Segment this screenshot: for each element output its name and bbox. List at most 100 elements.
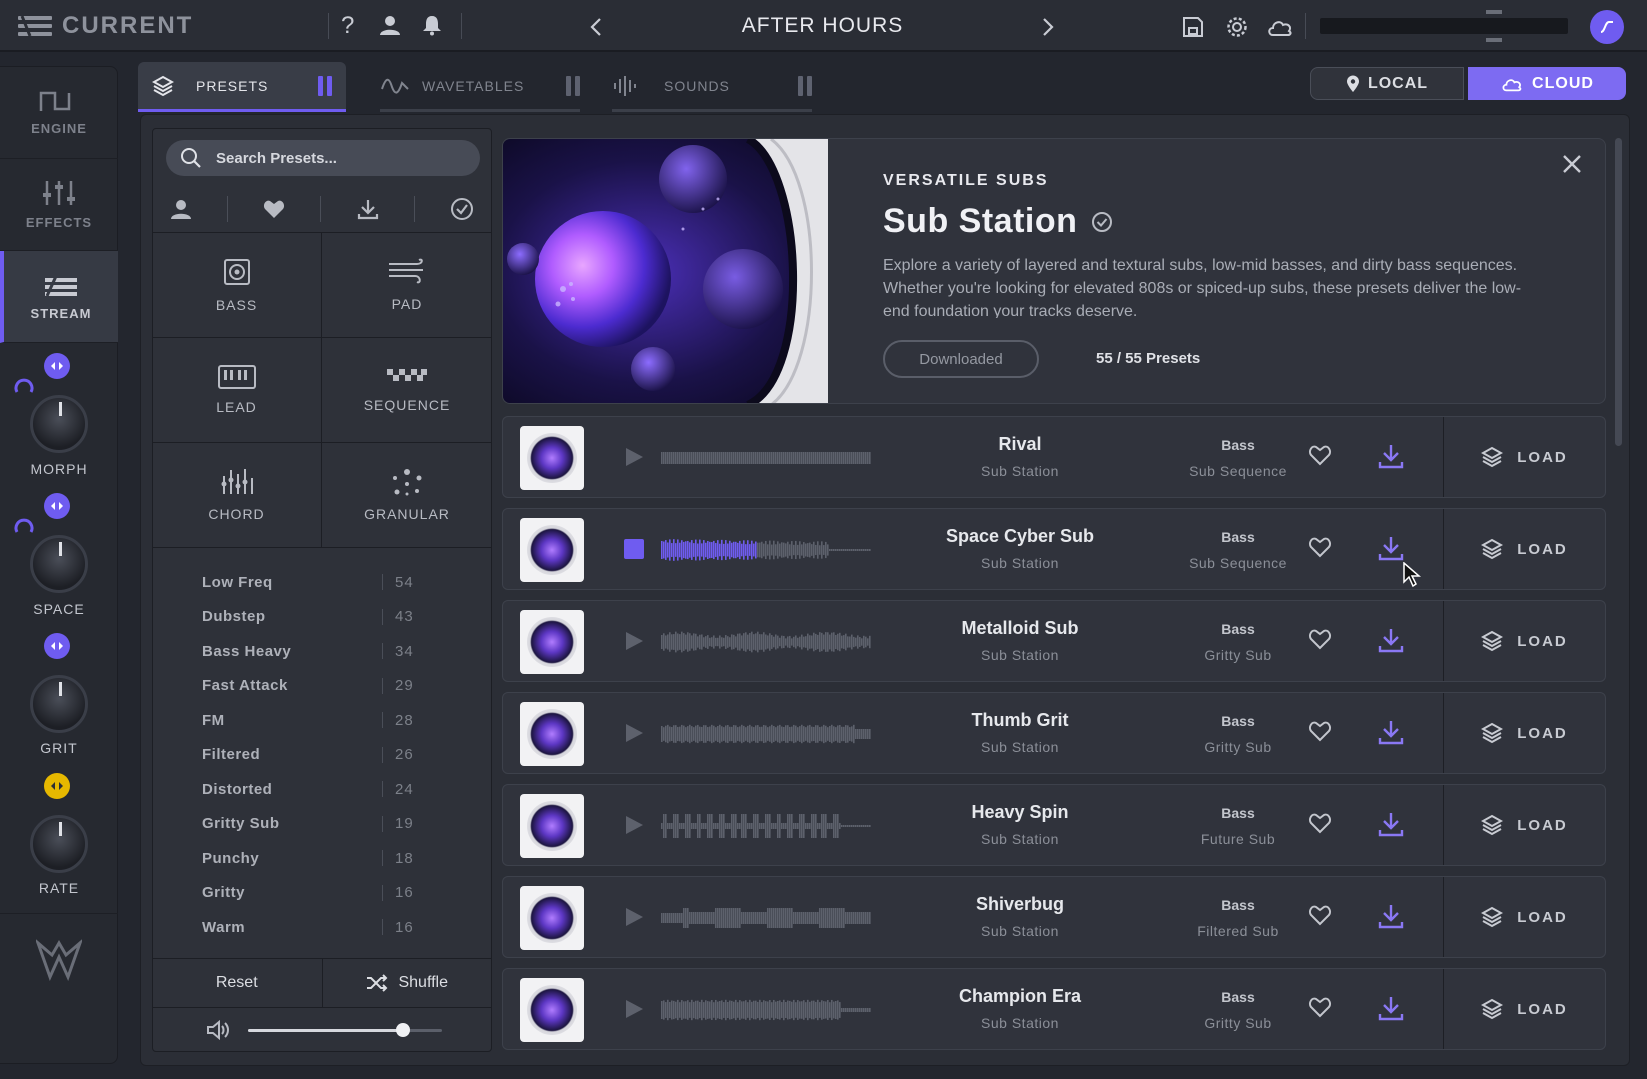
load-button[interactable]: LOAD (1443, 601, 1605, 681)
waveform[interactable] (661, 900, 871, 936)
tag-item[interactable]: Bass Heavy 34 (152, 634, 492, 669)
local-button[interactable]: LOCAL (1310, 67, 1464, 100)
load-button[interactable]: LOAD (1443, 693, 1605, 773)
tag-item[interactable]: Filtered 26 (152, 738, 492, 773)
download-icon[interactable] (1378, 995, 1404, 1021)
current-preset-title[interactable]: AFTER HOURS (700, 14, 945, 38)
rate-mod-button[interactable] (44, 773, 70, 799)
play-icon[interactable] (623, 722, 645, 744)
download-icon[interactable] (357, 198, 379, 220)
downloaded-button[interactable]: Downloaded (883, 340, 1039, 378)
meter-handle[interactable] (1486, 10, 1502, 14)
save-icon[interactable] (1182, 16, 1204, 38)
heart-icon[interactable] (1308, 444, 1332, 466)
download-icon[interactable] (1378, 443, 1404, 469)
preset-row[interactable]: Thumb Grit Sub Station Bass Gritty Sub LOAD (502, 692, 1606, 774)
preset-row[interactable]: Shiverbug Sub Station Bass Filtered Sub LOAD (502, 876, 1606, 958)
waveform[interactable] (661, 624, 871, 660)
heart-icon[interactable] (1308, 812, 1332, 834)
next-preset-icon[interactable] (1042, 17, 1054, 37)
tab-presets[interactable]: PRESETS (138, 62, 346, 112)
play-icon[interactable] (623, 998, 645, 1020)
rail-item-stream[interactable]: STREAM (0, 251, 118, 343)
heart-icon[interactable] (1308, 904, 1332, 926)
tag-item[interactable]: Warm 16 (152, 910, 492, 945)
grit-mod-button[interactable] (44, 633, 70, 659)
category-granular[interactable]: GRANULAR (322, 443, 492, 548)
download-icon[interactable] (1378, 627, 1404, 653)
grit-knob[interactable] (30, 675, 88, 733)
load-button[interactable]: LOAD (1443, 785, 1605, 865)
tag-item[interactable]: FM 28 (152, 703, 492, 738)
cloud-icon[interactable] (1266, 17, 1294, 37)
volume-thumb[interactable] (396, 1022, 411, 1037)
download-icon[interactable] (1378, 903, 1404, 929)
scrollbar[interactable] (1615, 138, 1622, 446)
shuffle-button[interactable]: Shuffle (323, 959, 493, 1007)
category-lead[interactable]: LEAD (152, 338, 322, 443)
load-button[interactable]: LOAD (1443, 417, 1605, 497)
download-icon[interactable] (1378, 719, 1404, 745)
load-button[interactable]: LOAD (1443, 969, 1605, 1049)
morph-knob[interactable] (30, 395, 88, 453)
rail-item-effects[interactable]: EFFECTS (0, 159, 118, 251)
play-icon[interactable] (623, 906, 645, 928)
cloud-button[interactable]: CLOUD (1468, 67, 1626, 100)
reset-button[interactable]: Reset (152, 959, 323, 1007)
heart-icon[interactable] (1308, 536, 1332, 558)
preset-row[interactable]: Space Cyber Sub Sub Station Bass Sub Sequen… (502, 508, 1606, 590)
space-mod-button[interactable] (44, 493, 70, 519)
tag-item[interactable]: Dubstep 43 (152, 600, 492, 635)
download-icon[interactable] (1378, 811, 1404, 837)
waveform[interactable] (661, 808, 871, 844)
space-knob[interactable] (30, 535, 88, 593)
avatar[interactable] (1590, 10, 1624, 44)
load-button[interactable]: LOAD (1443, 509, 1605, 589)
waveform[interactable] (661, 532, 871, 568)
gear-icon[interactable] (1225, 15, 1249, 39)
user-icon[interactable] (170, 198, 192, 220)
waveform[interactable] (661, 440, 871, 476)
mod-source-icon[interactable] (14, 375, 34, 395)
mod-source-icon[interactable] (14, 515, 34, 535)
rail-item-engine[interactable]: ENGINE (0, 67, 118, 159)
close-icon[interactable] (1562, 154, 1582, 174)
preset-row[interactable]: Heavy Spin Sub Station Bass Future Sub LOAD (502, 784, 1606, 866)
stop-icon[interactable] (624, 539, 644, 559)
meter-handle[interactable] (1486, 38, 1502, 42)
speaker-icon[interactable] (206, 1020, 230, 1040)
preset-row[interactable]: Metalloid Sub Sub Station Bass Gritty Sub LO… (502, 600, 1606, 682)
heart-icon[interactable] (1308, 996, 1332, 1018)
category-chord[interactable]: CHORD (152, 443, 322, 548)
check-circle-icon[interactable] (450, 197, 474, 221)
play-icon[interactable] (623, 630, 645, 652)
tag-item[interactable]: Low Freq 54 (152, 565, 492, 600)
help-icon[interactable]: ? (341, 12, 354, 40)
prev-preset-icon[interactable] (590, 17, 602, 37)
heart-icon[interactable] (1308, 720, 1332, 742)
tag-item[interactable]: Fast Attack 29 (152, 669, 492, 704)
preset-row[interactable]: Rival Sub Station Bass Sub Sequence LOAD (502, 416, 1606, 498)
volume-slider[interactable] (248, 1022, 442, 1037)
rate-knob[interactable] (30, 815, 88, 873)
tag-item[interactable]: Gritty Sub 19 (152, 807, 492, 842)
tag-item[interactable]: Punchy 18 (152, 841, 492, 876)
menu-icon[interactable] (18, 13, 52, 39)
bell-icon[interactable] (421, 14, 443, 36)
tab-wavetables[interactable]: WAVETABLES (380, 62, 580, 112)
preset-row[interactable]: Champion Era Sub Station Bass Gritty Sub LOA… (502, 968, 1606, 1050)
category-pad[interactable]: PAD (322, 233, 492, 338)
user-icon[interactable] (379, 14, 401, 36)
waveform[interactable] (661, 992, 871, 1028)
heart-icon[interactable] (1308, 628, 1332, 650)
tag-item[interactable]: Distorted 24 (152, 772, 492, 807)
category-sequence[interactable]: SEQUENCE (322, 338, 492, 443)
play-icon[interactable] (623, 446, 645, 468)
tab-sounds[interactable]: SOUNDS (612, 62, 812, 112)
search-input[interactable] (216, 149, 456, 167)
search-bar[interactable] (166, 140, 480, 176)
morph-mod-button[interactable] (44, 353, 70, 379)
play-icon[interactable] (623, 814, 645, 836)
category-bass[interactable]: BASS (152, 233, 322, 338)
download-icon[interactable] (1378, 535, 1404, 561)
